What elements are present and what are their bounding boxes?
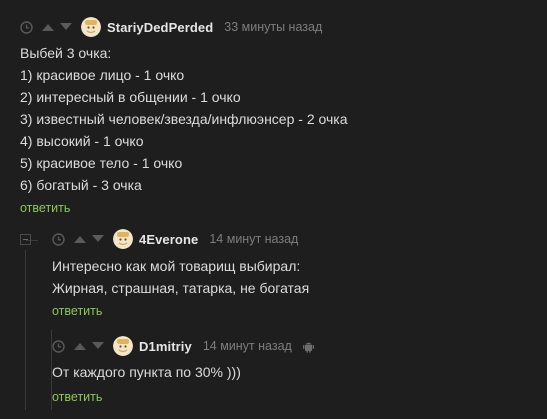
downvote-arrow-icon[interactable] bbox=[59, 22, 73, 32]
comment-time[interactable]: 14 минут назад bbox=[203, 339, 292, 353]
comment-line: Интересно как мой товарищ выбирал: bbox=[52, 258, 301, 274]
avatar-default-icon[interactable] bbox=[81, 17, 101, 37]
clock-icon bbox=[20, 20, 33, 34]
comment-body: От каждого пункта по 30% ))) bbox=[52, 361, 315, 383]
comment-4everone: 4Everone 14 минут назад Интересно как мо… bbox=[52, 229, 309, 318]
avatar-default-icon[interactable] bbox=[113, 229, 133, 249]
comment-body: Интересно как мой товарищ выбирал: Жирна… bbox=[52, 255, 309, 299]
thread-line-level-1 bbox=[25, 250, 26, 410]
comment-d1mitriy: D1mitriy 14 минут назад От каждого пункт… bbox=[52, 336, 315, 404]
comment-line: Выбей 3 очка: bbox=[20, 45, 112, 61]
comment-header: 4Everone 14 минут назад bbox=[52, 229, 309, 249]
clock-icon bbox=[52, 232, 65, 246]
android-icon bbox=[302, 340, 315, 353]
collapse-minus-icon bbox=[23, 239, 28, 240]
comment-line: Жирная, страшная, татарка, не богатая bbox=[52, 280, 310, 296]
clock-icon bbox=[52, 339, 65, 353]
comment-time[interactable]: 14 минут назад bbox=[209, 232, 298, 246]
upvote-arrow-icon[interactable] bbox=[41, 22, 55, 32]
comment-time[interactable]: 33 минуты назад bbox=[224, 20, 322, 34]
comment-body: Выбей 3 очка: 1) красивое лицо - 1 очко … bbox=[20, 42, 348, 196]
comment-line: 5) красивое тело - 1 очко bbox=[20, 155, 183, 171]
reply-link[interactable]: ответить bbox=[52, 390, 315, 404]
comment-header: D1mitriy 14 минут назад bbox=[52, 336, 315, 356]
collapse-thread-button[interactable] bbox=[20, 234, 31, 245]
downvote-arrow-icon[interactable] bbox=[91, 234, 105, 244]
comment-line: 4) высокий - 1 очко bbox=[20, 133, 144, 149]
upvote-arrow-icon[interactable] bbox=[73, 341, 87, 351]
upvote-arrow-icon[interactable] bbox=[73, 234, 87, 244]
comment-header: StariyDedPerded 33 минуты назад bbox=[20, 17, 348, 37]
comment-line: 2) интересный в общении - 1 очко bbox=[20, 89, 241, 105]
username[interactable]: D1mitriy bbox=[139, 339, 192, 354]
comment-line: 3) известный человек/звезда/инфлюэнсер -… bbox=[20, 111, 348, 127]
avatar-default-icon[interactable] bbox=[113, 336, 133, 356]
comment-stariydedperded: StariyDedPerded 33 минуты назад Выбей 3 … bbox=[20, 17, 348, 215]
reply-link[interactable]: ответить bbox=[20, 201, 348, 215]
comment-line: 6) богатый - 3 очка bbox=[20, 177, 142, 193]
username[interactable]: 4Everone bbox=[139, 232, 198, 247]
reply-link[interactable]: ответить bbox=[52, 304, 309, 318]
comment-line: 1) красивое лицо - 1 очко bbox=[20, 67, 185, 83]
comment-line: От каждого пункта по 30% ))) bbox=[52, 364, 241, 380]
username[interactable]: StariyDedPerded bbox=[107, 20, 213, 35]
downvote-arrow-icon[interactable] bbox=[91, 341, 105, 351]
